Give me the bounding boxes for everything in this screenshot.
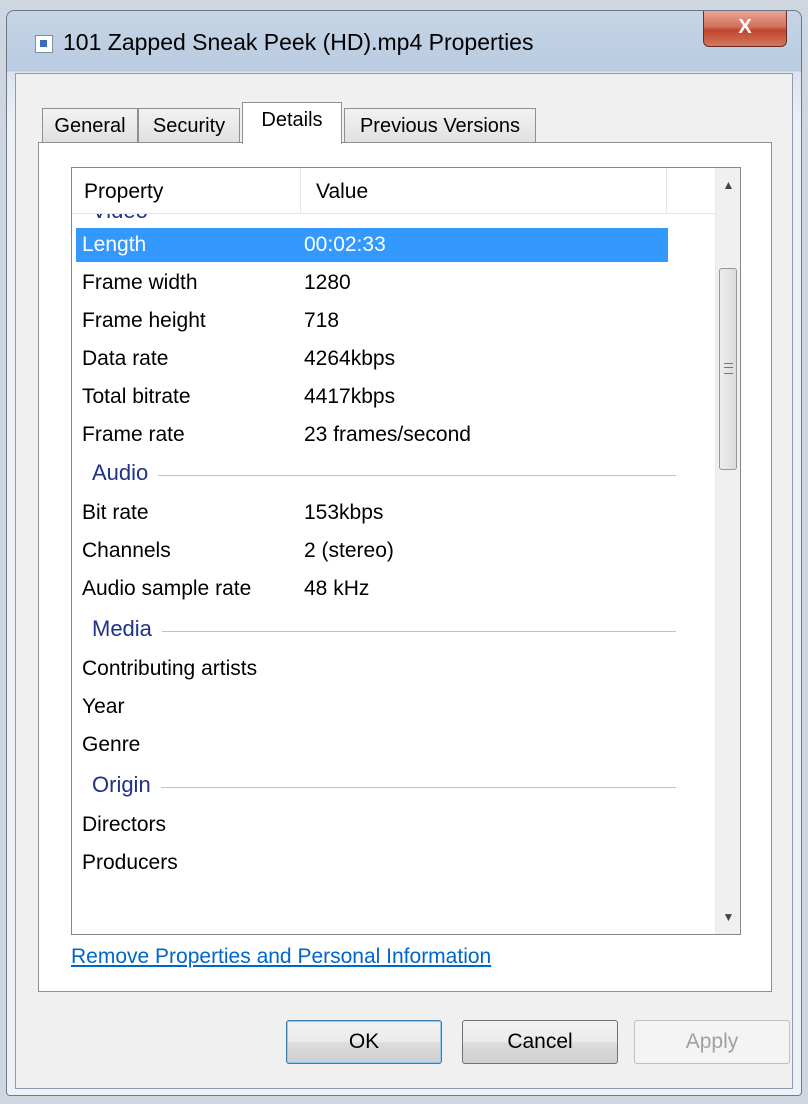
group-divider-line <box>92 475 676 476</box>
group-header-media: Media <box>76 612 676 646</box>
list-item[interactable]: Producers <box>76 846 668 880</box>
column-header-property[interactable]: Property <box>84 180 163 204</box>
property-value: 4264kbps <box>304 347 396 370</box>
column-header-value[interactable]: Value <box>316 180 368 204</box>
property-value: 23 frames/second <box>304 423 471 446</box>
property-name: Frame width <box>82 271 198 294</box>
property-name: Total bitrate <box>82 385 191 408</box>
property-name: Length <box>82 233 147 256</box>
property-name: Directors <box>82 813 167 836</box>
property-value: 153kbps <box>304 501 384 524</box>
column-divider[interactable] <box>666 168 667 214</box>
list-item[interactable]: Data rate 4264kbps <box>76 342 668 376</box>
property-name: Bit rate <box>82 501 149 524</box>
property-name: Contributing artists <box>82 657 258 680</box>
property-value: 2 (stereo) <box>304 539 394 562</box>
property-name: Producers <box>82 851 178 874</box>
group-label: Video <box>92 214 158 224</box>
list-item[interactable]: Year <box>76 690 668 724</box>
list-item[interactable]: Directors <box>76 808 668 842</box>
details-panel: Property Value Video Length 00:02:33 <box>38 142 772 992</box>
properties-dialog: 101 Zapped Sneak Peek (HD).mp4 Propertie… <box>6 10 802 1096</box>
close-button[interactable]: X <box>703 11 787 47</box>
scroll-up-arrow-icon[interactable]: ▲ <box>716 168 740 202</box>
group-divider-line <box>92 631 676 632</box>
properties-list[interactable]: Property Value Video Length 00:02:33 <box>71 167 741 935</box>
scrollbar-thumb[interactable] <box>719 268 737 470</box>
vertical-scrollbar[interactable]: ▲ ▼ <box>715 168 740 934</box>
list-header: Property Value <box>72 168 715 214</box>
list-item[interactable]: Channels 2 (stereo) <box>76 534 668 568</box>
cancel-button[interactable]: Cancel <box>462 1020 618 1064</box>
scroll-down-arrow-icon[interactable]: ▼ <box>716 900 740 934</box>
property-name: Frame height <box>82 309 206 332</box>
list-item[interactable]: Bit rate 153kbps <box>76 496 668 530</box>
group-label: Audio <box>92 460 159 486</box>
title-bar[interactable]: 101 Zapped Sneak Peek (HD).mp4 Propertie… <box>7 11 801 73</box>
property-value: 48 kHz <box>304 577 370 600</box>
tab-details[interactable]: Details <box>242 102 342 144</box>
property-value: 4417kbps <box>304 385 396 408</box>
list-item[interactable]: Frame rate 23 frames/second <box>76 418 668 452</box>
list-item[interactable]: Audio sample rate 48 kHz <box>76 572 668 606</box>
group-divider-line <box>92 787 676 788</box>
apply-button[interactable]: Apply <box>634 1020 790 1064</box>
list-item[interactable]: Frame width 1280 <box>76 266 668 300</box>
tab-security[interactable]: Security <box>138 108 240 142</box>
tab-general[interactable]: General <box>42 108 138 142</box>
tab-previous-versions[interactable]: Previous Versions <box>344 108 536 142</box>
group-header-video: Video <box>76 214 676 228</box>
group-label: Origin <box>92 772 161 798</box>
property-name: Channels <box>82 539 171 562</box>
property-name: Data rate <box>82 347 169 370</box>
remove-properties-link[interactable]: Remove Properties and Personal Informati… <box>71 945 491 969</box>
list-item[interactable]: Frame height 718 <box>76 304 668 338</box>
property-name: Year <box>82 695 125 718</box>
property-value: 00:02:33 <box>304 233 386 256</box>
list-item[interactable]: Contributing artists <box>76 652 668 686</box>
ok-button[interactable]: OK <box>286 1020 442 1064</box>
list-rows: Video Length 00:02:33 Frame width 1280 F… <box>72 214 715 934</box>
grip-icon <box>724 363 733 374</box>
group-header-origin: Origin <box>76 768 676 802</box>
list-item[interactable]: Total bitrate 4417kbps <box>76 380 668 414</box>
group-label: Media <box>92 616 162 642</box>
property-value: 1280 <box>304 271 351 294</box>
property-value: 718 <box>304 309 340 332</box>
property-name: Frame rate <box>82 423 185 446</box>
dialog-client: General Security Details Previous Versio… <box>15 73 793 1089</box>
video-file-icon <box>35 35 53 53</box>
property-name: Genre <box>82 733 141 756</box>
column-divider[interactable] <box>300 168 301 214</box>
list-item[interactable]: Genre <box>76 728 668 762</box>
list-item[interactable]: Length 00:02:33 <box>76 228 668 262</box>
group-header-audio: Audio <box>76 456 676 490</box>
property-name: Audio sample rate <box>82 577 252 600</box>
window-title: 101 Zapped Sneak Peek (HD).mp4 Propertie… <box>63 29 534 55</box>
